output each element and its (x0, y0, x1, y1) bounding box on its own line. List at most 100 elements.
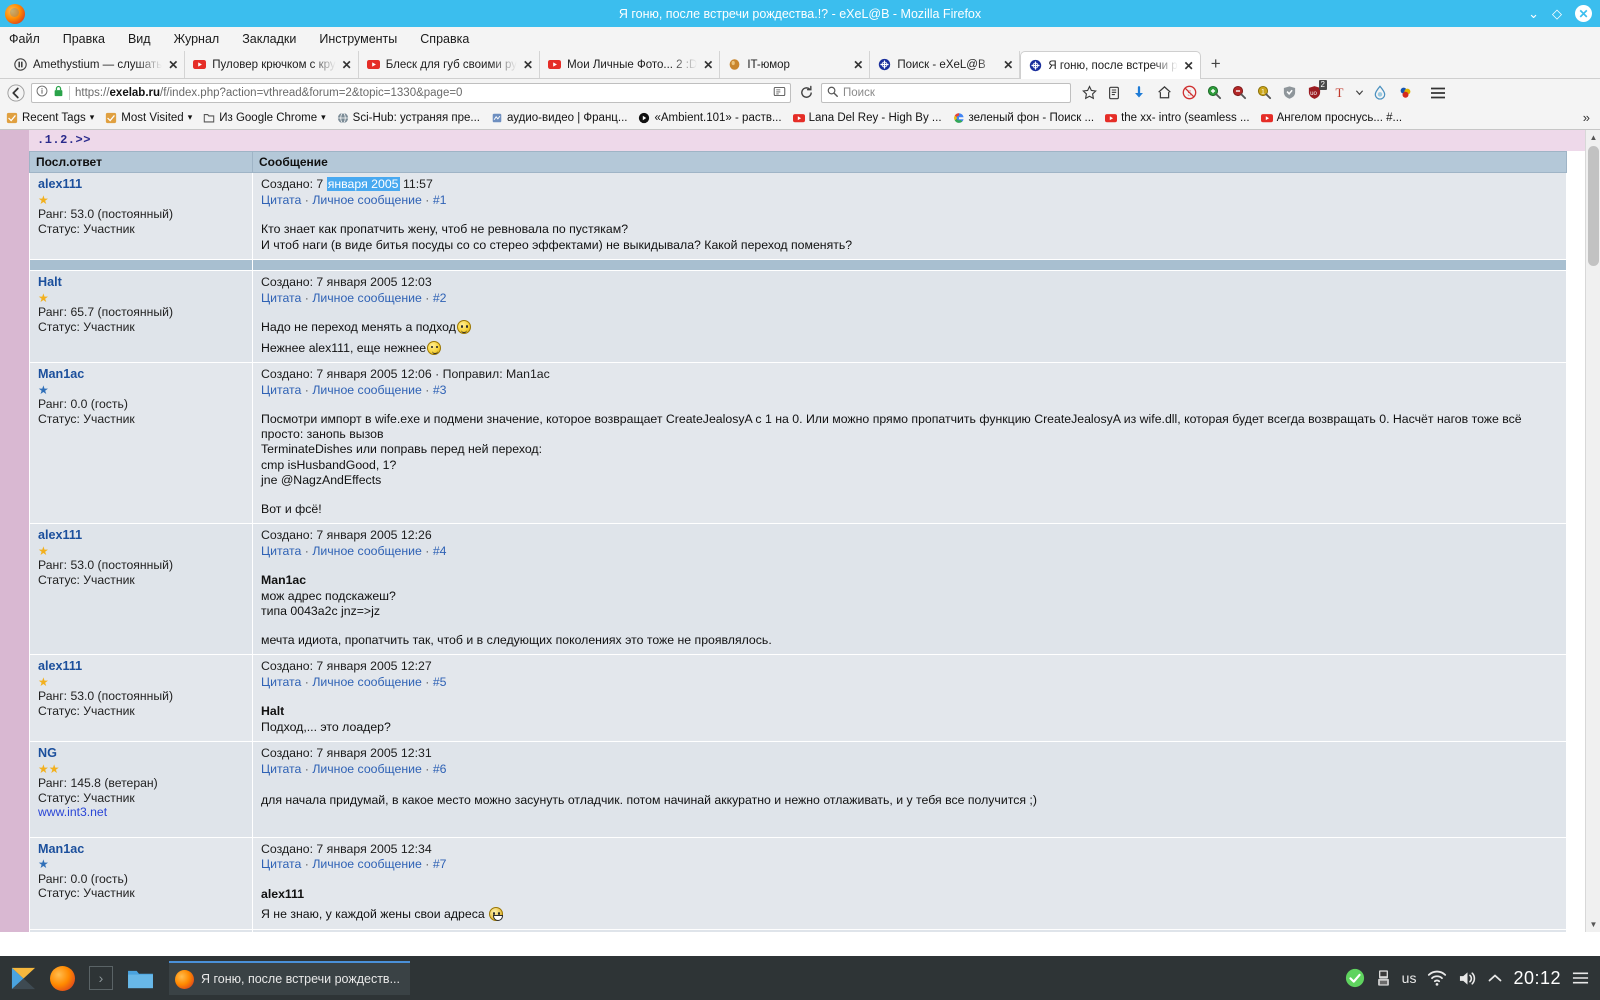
bookmark-recent-tags[interactable]: Recent Tags ▾ (6, 112, 94, 124)
scrollbar-thumb[interactable] (1588, 146, 1599, 266)
post-number-link[interactable]: #5 (433, 675, 447, 689)
url-bar[interactable]: https://exelab.ru/f/index.php?action=vth… (31, 82, 791, 103)
search-bar[interactable]: Поиск (821, 82, 1071, 103)
bookmark-sci-hub[interactable]: Sci-Hub: устраняя пре... (337, 112, 480, 124)
color-picker-icon[interactable] (1396, 84, 1414, 102)
post-number-link[interactable]: #6 (433, 762, 447, 776)
author-name[interactable]: alex111 (38, 177, 246, 192)
reader-mode-icon[interactable] (773, 85, 786, 101)
bookmark-most-visited[interactable]: Most Visited ▾ (105, 112, 192, 124)
downloads-icon[interactable] (1130, 84, 1148, 102)
tab-close-icon[interactable]: ✕ (853, 58, 863, 72)
chevron-down-icon[interactable] (1355, 84, 1364, 102)
search-input[interactable]: Поиск (843, 87, 875, 99)
usb-icon[interactable] (1376, 969, 1391, 987)
tab-moi-lichnye-foto[interactable]: Мои Личные Фото... 2 :D ✕ (540, 51, 721, 78)
menu-item-view[interactable]: Вид (128, 32, 151, 46)
post-number-link[interactable]: #4 (433, 544, 447, 558)
wifi-icon[interactable] (1427, 970, 1447, 987)
tab-active-thread[interactable]: Я гоню, после встречи р ✕ (1020, 51, 1201, 79)
expand-arrow-icon[interactable] (1488, 973, 1502, 983)
folder-icon[interactable] (125, 963, 155, 993)
zoom-in-icon[interactable] (1205, 84, 1223, 102)
post-number-link[interactable]: #3 (433, 383, 447, 397)
maximize-icon[interactable]: ◇ (1552, 6, 1562, 22)
chevron-down-icon[interactable]: ▾ (90, 112, 95, 123)
bookmark-the-xx-intro[interactable]: the xx- intro (seamless ... (1105, 112, 1250, 124)
keyboard-layout-indicator[interactable]: us (1402, 970, 1417, 986)
pagination[interactable]: .1.2.>> (29, 130, 1585, 151)
quote-link[interactable]: Цитата (261, 544, 301, 558)
quote-link[interactable]: Цитата (261, 383, 301, 397)
firefox-icon[interactable] (47, 963, 77, 993)
terminal-icon[interactable]: › (86, 963, 116, 993)
tab-poisk-exelab[interactable]: Поиск - eXeL@B ✕ (870, 51, 1021, 78)
quote-link[interactable]: Цитата (261, 291, 301, 305)
shield-icon[interactable] (1280, 84, 1298, 102)
water-drop-icon[interactable] (1371, 84, 1389, 102)
pm-link[interactable]: Личное сообщение (312, 544, 422, 558)
vertical-scrollbar[interactable]: ▲ ▼ (1585, 130, 1600, 932)
reload-icon[interactable] (796, 83, 816, 103)
pm-link[interactable]: Личное сообщение (312, 193, 422, 207)
menu-item-help[interactable]: Справка (420, 32, 469, 46)
author-name[interactable]: alex111 (38, 659, 246, 674)
quote-link[interactable]: Цитата (261, 857, 301, 871)
menu-item-tools[interactable]: Инструменты (319, 32, 397, 46)
checkmark-icon[interactable] (1345, 968, 1365, 988)
files-app-icon[interactable] (8, 963, 38, 993)
bookmarks-overflow-icon[interactable]: » (1583, 110, 1594, 125)
quote-link[interactable]: Цитата (261, 193, 301, 207)
home-icon[interactable] (1155, 84, 1173, 102)
quote-link[interactable]: Цитата (261, 762, 301, 776)
bookmark-green-background-search[interactable]: зеленый фон - Поиск ... (953, 112, 1094, 124)
post-number-link[interactable]: #2 (433, 291, 447, 305)
ublock-icon[interactable]: uo 2 (1305, 79, 1327, 102)
tab-blesk[interactable]: Блеск для губ своими ру ✕ (359, 51, 541, 78)
scroll-down-arrow-icon[interactable]: ▼ (1586, 917, 1600, 932)
volume-icon[interactable] (1458, 970, 1477, 987)
author-name[interactable]: NG (38, 746, 246, 761)
pm-link[interactable]: Личное сообщение (312, 857, 422, 871)
pm-link[interactable]: Личное сообщение (312, 675, 422, 689)
author-name[interactable]: alex111 (38, 528, 246, 543)
bookmark-from-google-chrome[interactable]: Из Google Chrome ▾ (203, 112, 326, 124)
post-number-link[interactable]: #7 (433, 857, 447, 871)
minimize-icon[interactable]: ⌄ (1528, 6, 1539, 22)
menu-item-bookmarks[interactable]: Закладки (242, 32, 296, 46)
author-name[interactable]: Man1ac (38, 367, 246, 382)
window-controls[interactable]: ⌄ ◇ ✕ (1528, 0, 1592, 27)
tab-it-humor[interactable]: IT-юмор ✕ (720, 51, 871, 78)
bookmark-ambient-101[interactable]: «Ambient.101» - раств... (638, 112, 782, 124)
bookmark-star-icon[interactable] (1080, 84, 1098, 102)
post-number-link[interactable]: #1 (433, 193, 447, 207)
hamburger-menu-icon[interactable] (1572, 971, 1589, 985)
pm-link[interactable]: Личное сообщение (312, 762, 422, 776)
new-tab-button[interactable]: + (1201, 54, 1231, 76)
tab-close-icon[interactable]: ✕ (342, 58, 352, 72)
tab-close-icon[interactable]: ✕ (1003, 58, 1013, 72)
noscript-icon[interactable]: S (1180, 84, 1198, 102)
chevron-down-icon[interactable]: ▾ (321, 112, 326, 123)
menu-item-file[interactable]: Файл (9, 32, 40, 46)
chevron-down-icon[interactable]: ▾ (188, 112, 193, 123)
back-icon[interactable] (6, 83, 26, 103)
tab-close-icon[interactable]: ✕ (168, 58, 178, 72)
scroll-up-arrow-icon[interactable]: ▲ (1586, 130, 1600, 145)
tab-close-icon[interactable]: ✕ (1184, 59, 1194, 73)
pm-link[interactable]: Личное сообщение (312, 383, 422, 397)
page-info-icon[interactable] (36, 85, 48, 100)
author-name[interactable]: Halt (38, 275, 246, 290)
tab-close-icon[interactable]: ✕ (523, 58, 533, 72)
tab-pulover[interactable]: Пуловер крючком с кру ✕ (185, 51, 359, 78)
zoom-reset-icon[interactable]: 1 (1255, 84, 1273, 102)
author-website-link[interactable]: www.int3.net (38, 805, 107, 819)
author-name[interactable]: Man1ac (38, 842, 246, 857)
menu-item-edit[interactable]: Правка (63, 32, 105, 46)
tab-amethystium[interactable]: Amethystium — слушать ✕ (6, 51, 186, 78)
hamburger-menu-icon[interactable] (1429, 84, 1447, 102)
tab-close-icon[interactable]: ✕ (703, 58, 713, 72)
clock[interactable]: 20:12 (1513, 968, 1561, 989)
bookmark-lana-del-rey[interactable]: Lana Del Rey - High By ... (792, 112, 942, 124)
textmode-icon[interactable]: T (1330, 84, 1348, 102)
